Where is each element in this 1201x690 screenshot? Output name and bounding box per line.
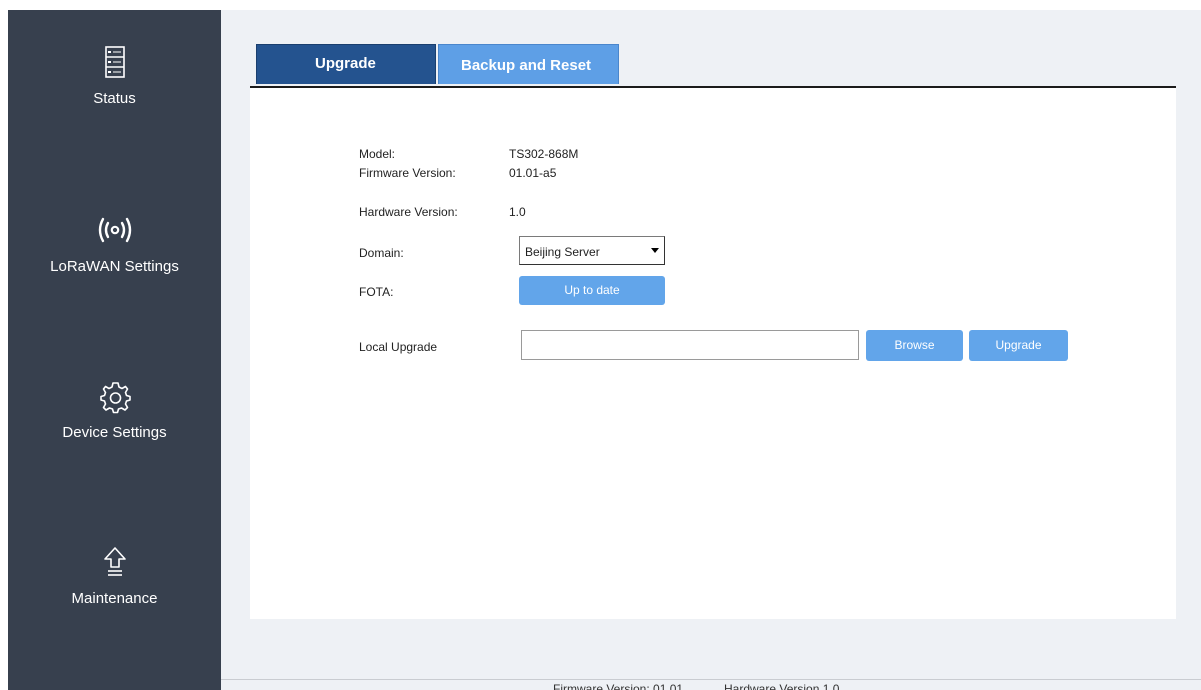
domain-label: Domain: xyxy=(359,246,404,260)
tab-upgrade[interactable]: Upgrade xyxy=(256,44,436,84)
model-value: TS302-868M xyxy=(509,147,579,161)
sidebar: Status LoRaWAN Settings Device Settings xyxy=(8,10,221,690)
sidebar-item-label: LoRaWAN Settings xyxy=(50,258,179,275)
sidebar-item-status[interactable]: Status xyxy=(8,46,221,107)
lorawan-icon xyxy=(8,214,221,252)
firmware-version-value: 01.01-a5 xyxy=(509,166,557,180)
fota-status-button[interactable]: Up to date xyxy=(519,276,665,305)
domain-selected-value: Beijing Server xyxy=(525,245,600,259)
upgrade-button[interactable]: Upgrade xyxy=(969,330,1068,361)
model-label: Model: xyxy=(359,147,396,161)
fota-label: FOTA: xyxy=(359,285,394,299)
sidebar-item-maintenance[interactable]: Maintenance xyxy=(8,546,221,607)
sidebar-item-label: Maintenance xyxy=(71,590,158,607)
status-icon xyxy=(8,46,221,84)
upload-icon xyxy=(8,546,221,584)
domain-select[interactable]: Beijing Server xyxy=(519,236,665,265)
browse-button[interactable]: Browse xyxy=(866,330,963,361)
tab-backup-and-reset[interactable]: Backup and Reset xyxy=(438,44,619,84)
tab-label: Backup and Reset xyxy=(461,57,592,74)
chevron-down-icon xyxy=(651,248,659,253)
hardware-version-value: 1.0 xyxy=(509,205,526,219)
sidebar-item-label: Device Settings xyxy=(62,424,167,441)
gear-icon xyxy=(8,380,221,418)
local-upgrade-file-input[interactable] xyxy=(521,330,859,360)
local-upgrade-label: Local Upgrade xyxy=(359,340,438,354)
sidebar-item-lorawan-settings[interactable]: LoRaWAN Settings xyxy=(8,214,221,275)
footer-divider xyxy=(221,679,1201,680)
tab-label: Upgrade xyxy=(315,55,376,72)
firmware-version-label: Firmware Version: xyxy=(359,166,456,180)
footer-firmware-version: Firmware Version: 01.01 xyxy=(553,682,684,690)
hardware-version-label: Hardware Version: xyxy=(359,205,458,219)
sidebar-item-device-settings[interactable]: Device Settings xyxy=(8,380,221,441)
sidebar-item-label: Status xyxy=(93,90,136,107)
footer-hardware-version: Hardware Version 1.0 xyxy=(724,682,840,690)
